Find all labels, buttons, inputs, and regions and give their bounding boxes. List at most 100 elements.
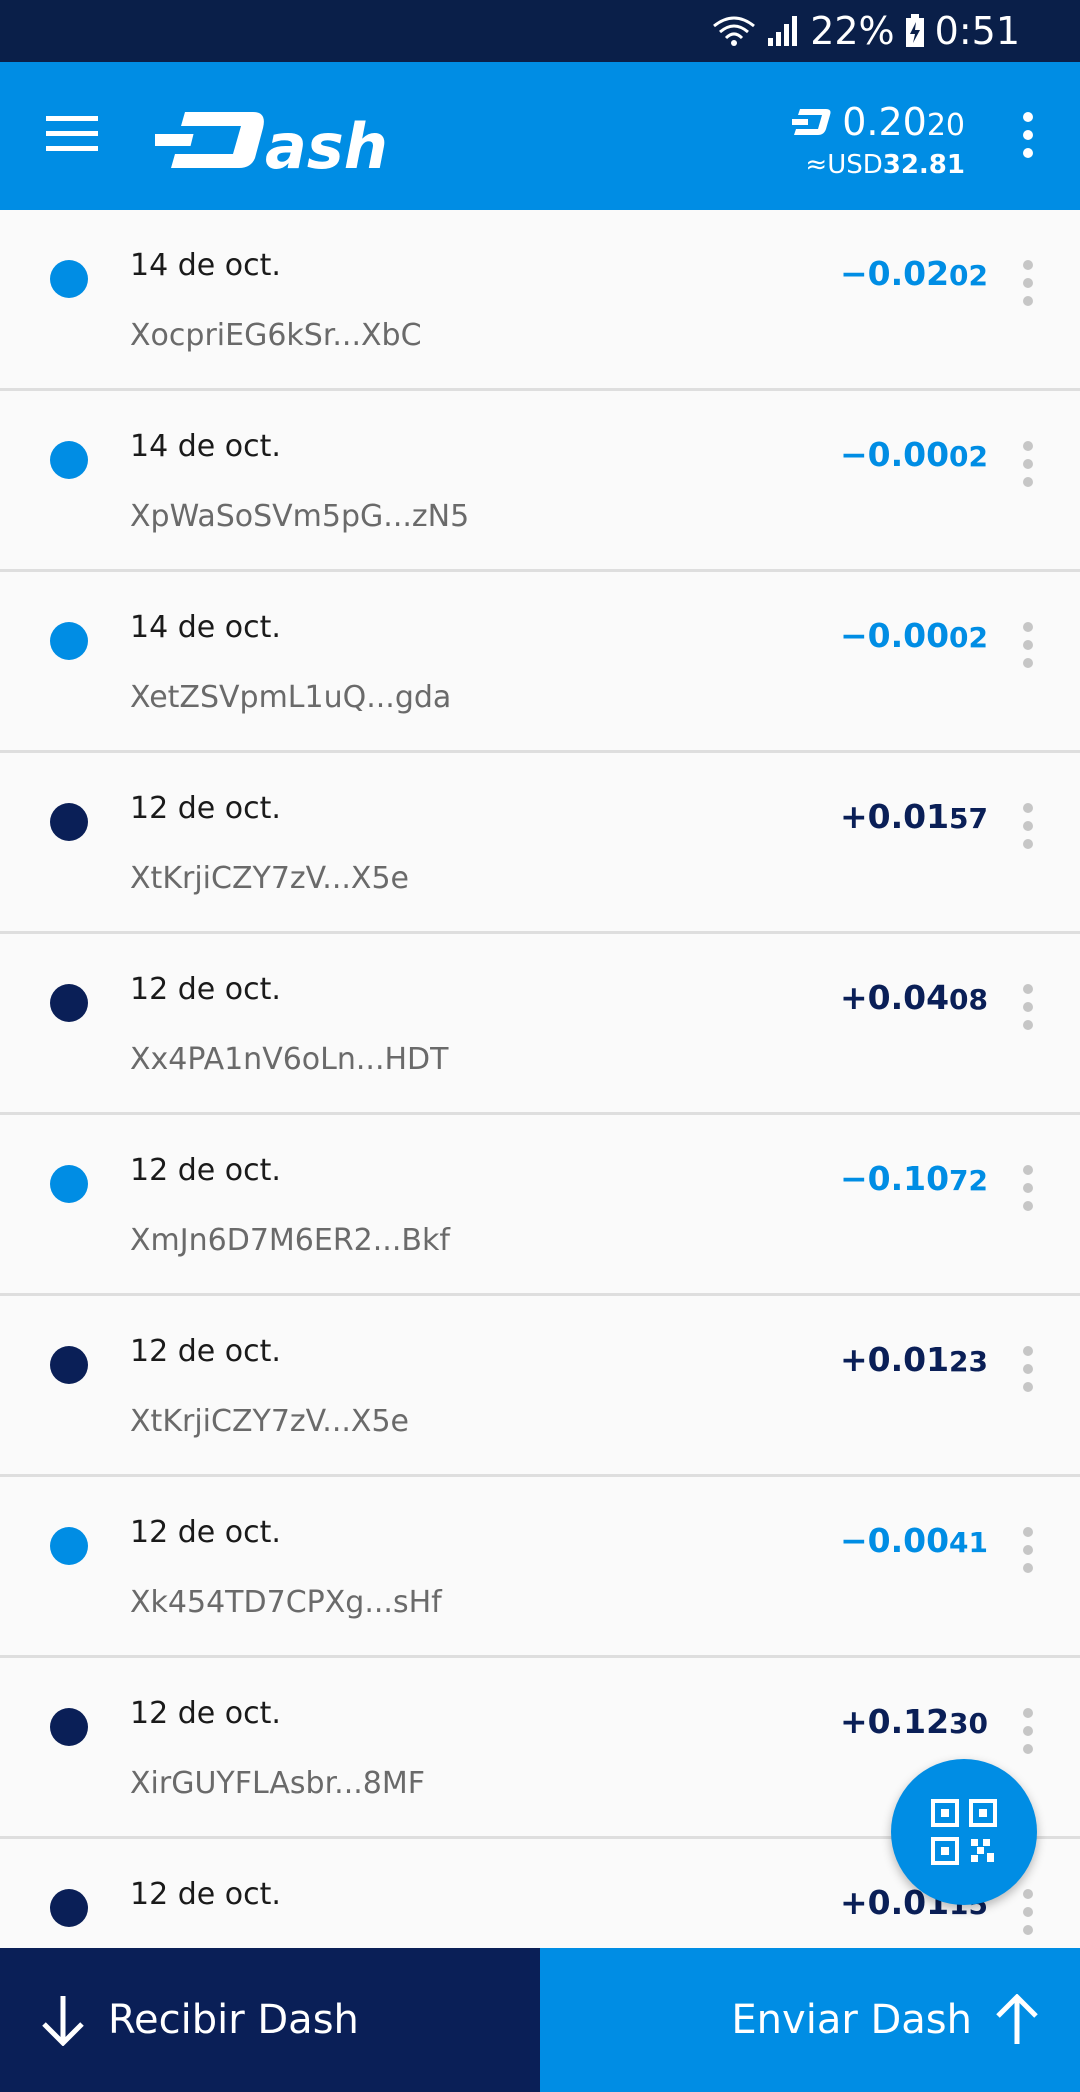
transaction-address: XpWaSoSVm5pG...zN5 — [130, 499, 470, 534]
amount-tail: 08 — [949, 983, 988, 1016]
amount-tail: 72 — [949, 1164, 988, 1197]
transaction-row[interactable]: 14 de oct. XpWaSoSVm5pG...zN5 −0.0002 — [0, 391, 1080, 572]
transaction-options-button[interactable] — [1016, 803, 1040, 855]
transaction-options-button[interactable] — [1016, 984, 1040, 1036]
transaction-row[interactable]: 12 de oct. XmJn6D7M6ER2...Bkf −0.1072 — [0, 1115, 1080, 1296]
direction-dot — [50, 803, 88, 841]
amount-main: 0.01 — [867, 1340, 950, 1379]
amount-main: 0.04 — [867, 978, 950, 1017]
transaction-date: 12 de oct. — [130, 1153, 281, 1188]
transaction-row[interactable]: 14 de oct. XetZSVpmL1uQ...gda −0.0002 — [0, 572, 1080, 753]
bottom-action-bar: Recibir Dash Enviar Dash — [0, 1948, 1080, 2092]
transaction-amount: −0.1072 — [840, 1159, 988, 1198]
transaction-options-button[interactable] — [1016, 1889, 1040, 1941]
transaction-amount: +0.0408 — [840, 978, 988, 1017]
direction-dot — [50, 1346, 88, 1384]
fiat-currency: USD — [827, 150, 883, 180]
fiat-balance: ≈USD32.81 — [792, 150, 965, 180]
transaction-address: XtKrjiCZY7zV...X5e — [130, 861, 410, 896]
more-vert-icon — [1016, 803, 1040, 849]
amount-sign: − — [839, 1521, 868, 1560]
amount-sign: − — [839, 254, 868, 293]
receive-dash-button[interactable]: Recibir Dash — [0, 1948, 540, 2092]
wifi-icon — [713, 16, 756, 46]
dash-logo: ash — [150, 96, 388, 183]
amount-sign: + — [839, 797, 868, 836]
transaction-address: XirGUYFLAsbr...8MF — [130, 1766, 426, 1801]
hamburger-icon — [46, 116, 98, 151]
amount-tail: 02 — [949, 440, 988, 473]
transaction-amount: +0.0157 — [840, 797, 988, 836]
transaction-date: 12 de oct. — [130, 1515, 281, 1550]
menu-button[interactable] — [46, 114, 98, 154]
send-dash-button[interactable]: Enviar Dash — [540, 1948, 1080, 2092]
amount-tail: 02 — [949, 259, 988, 292]
transaction-row[interactable]: 12 de oct. Xk454TD7CPXg...sHf −0.0041 — [0, 1477, 1080, 1658]
amount-main: 0.01 — [867, 797, 950, 836]
battery-percent: 22% — [810, 9, 895, 53]
transaction-amount: +0.0123 — [840, 1340, 988, 1379]
amount-sign: + — [839, 1702, 868, 1741]
amount-tail: 41 — [949, 1526, 988, 1559]
amount-tail: 23 — [949, 1345, 988, 1378]
send-label: Enviar Dash — [731, 1997, 972, 2043]
transaction-options-button[interactable] — [1016, 1346, 1040, 1398]
more-vert-icon — [1016, 1708, 1040, 1754]
status-icons: 22% 0:51 — [712, 10, 1020, 52]
amount-tail: 02 — [949, 621, 988, 654]
amount-sign: + — [839, 1883, 868, 1922]
transaction-address: XetZSVpmL1uQ...gda — [130, 680, 452, 715]
scan-qr-button[interactable] — [891, 1759, 1037, 1905]
balance: 0.2020 ≈USD32.81 — [792, 100, 965, 180]
direction-dot — [50, 1889, 88, 1927]
transaction-options-button[interactable] — [1016, 441, 1040, 493]
transaction-amount: +0.1230 — [840, 1702, 988, 1741]
transaction-row[interactable]: 12 de oct. XtKrjiCZY7zV...X5e +0.0157 — [0, 753, 1080, 934]
transaction-options-button[interactable] — [1016, 1165, 1040, 1217]
more-vert-icon — [1016, 1346, 1040, 1392]
transaction-address: Xk454TD7CPXg...sHf — [130, 1585, 442, 1620]
more-vert-icon — [1016, 260, 1040, 306]
amount-sign: + — [839, 1340, 868, 1379]
svg-text:ash: ash — [265, 110, 385, 182]
direction-dot — [50, 1527, 88, 1565]
amount-main: 0.02 — [867, 254, 950, 293]
transaction-address: XmJn6D7M6ER2...Bkf — [130, 1223, 450, 1258]
amount-main: 0.10 — [867, 1159, 950, 1198]
arrow-up-icon — [996, 1994, 1038, 2044]
transaction-amount: −0.0002 — [840, 616, 988, 655]
transaction-amount: −0.0202 — [840, 254, 988, 293]
transaction-date: 14 de oct. — [130, 429, 281, 464]
transaction-date: 14 de oct. — [130, 248, 281, 283]
transaction-row[interactable]: 14 de oct. XocpriEG6kSr...XbC −0.0202 — [0, 210, 1080, 391]
receive-label: Recibir Dash — [108, 1997, 359, 2043]
direction-dot — [50, 622, 88, 660]
amount-tail: 30 — [949, 1707, 988, 1740]
transaction-options-button[interactable] — [1016, 260, 1040, 312]
amount-sign: − — [839, 1159, 868, 1198]
transaction-list[interactable]: 14 de oct. XocpriEG6kSr...XbC −0.0202 14 de… — [0, 210, 1080, 1948]
fiat-prefix: ≈ — [805, 150, 828, 180]
transaction-date: 12 de oct. — [130, 1696, 281, 1731]
overflow-menu-button[interactable] — [1016, 112, 1040, 160]
transaction-date: 12 de oct. — [130, 972, 281, 1007]
transaction-options-button[interactable] — [1016, 622, 1040, 674]
fiat-amount: 32.81 — [882, 150, 965, 180]
dash-icon — [792, 109, 831, 135]
transaction-row[interactable]: 12 de oct. Xx4PA1nV6oLn...HDT +0.0408 — [0, 934, 1080, 1115]
transaction-row[interactable]: 12 de oct. XtKrjiCZY7zV...X5e +0.0123 — [0, 1296, 1080, 1477]
transaction-address: XocpriEG6kSr...XbC — [130, 318, 422, 353]
app-bar: ash 0.2020 ≈USD32.81 — [0, 62, 1080, 210]
transaction-date: 14 de oct. — [130, 610, 281, 645]
amount-main: 0.00 — [867, 435, 950, 474]
more-vert-icon — [1016, 1527, 1040, 1573]
transaction-options-button[interactable] — [1016, 1527, 1040, 1579]
qr-code-icon — [931, 1799, 997, 1865]
more-vert-icon — [1016, 1165, 1040, 1211]
direction-dot — [50, 984, 88, 1022]
transaction-options-button[interactable] — [1016, 1708, 1040, 1760]
direction-dot — [50, 260, 88, 298]
balance-amount: 0.20 — [842, 100, 927, 144]
amount-sign: − — [839, 435, 868, 474]
more-vert-icon — [1016, 984, 1040, 1030]
